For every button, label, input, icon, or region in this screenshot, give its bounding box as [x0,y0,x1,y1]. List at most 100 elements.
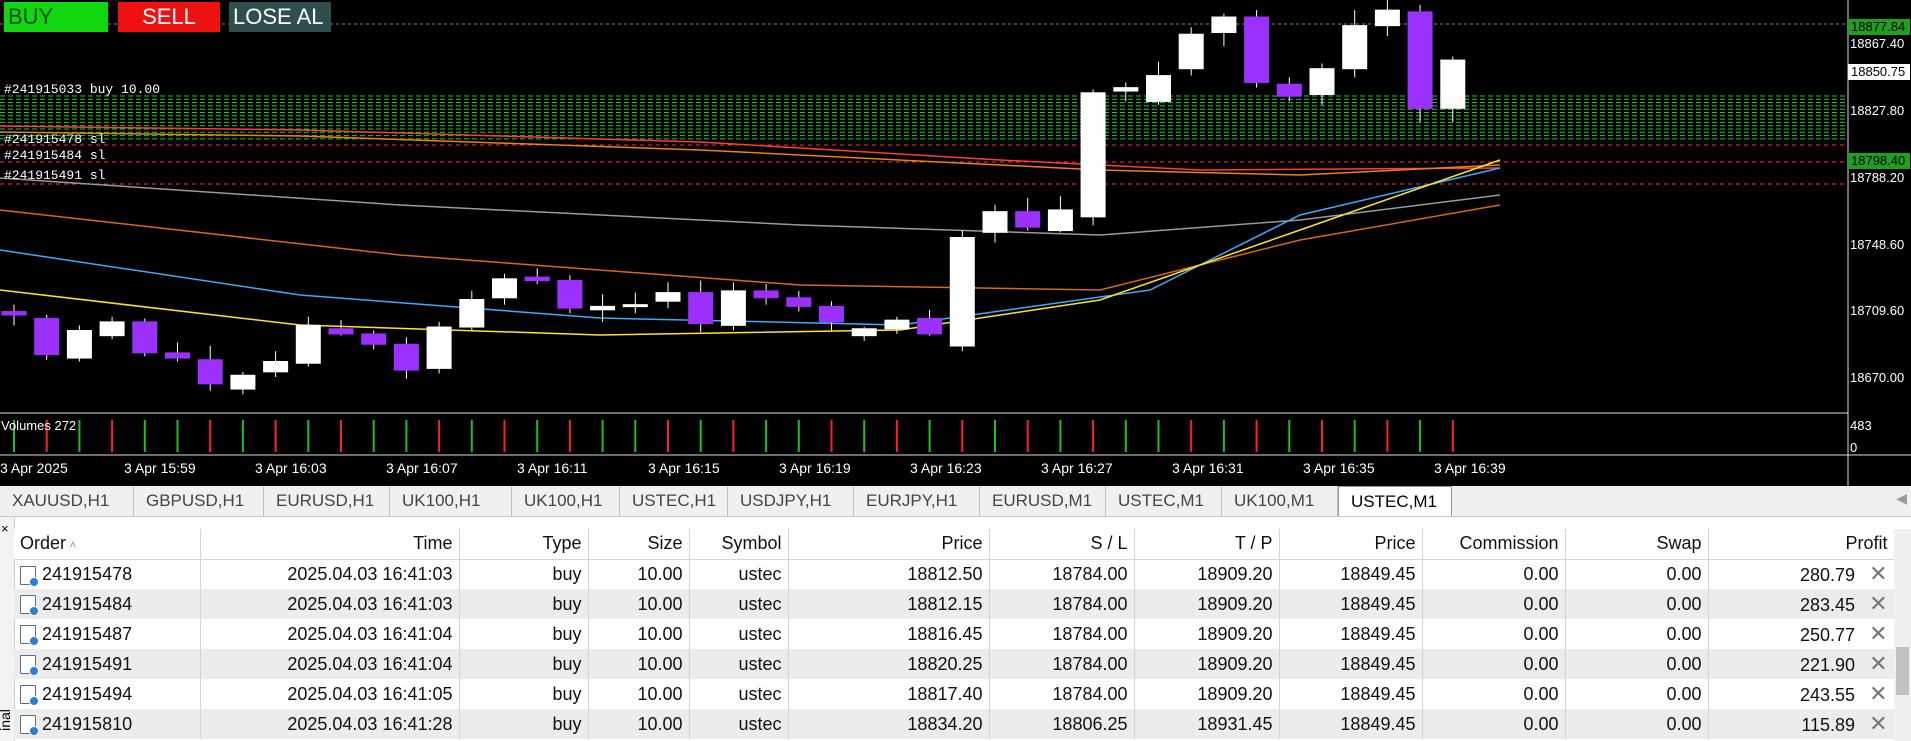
cell-order: 241915478 [14,559,201,589]
chart-tab-active[interactable]: USTEC,M1 [1338,486,1452,516]
buy-button[interactable]: BUY [4,2,108,32]
cell-time: 2025.04.03 16:41:28 [200,709,460,739]
candle-body [851,328,877,337]
chart-tab[interactable]: USDJPY,H1 [728,486,854,516]
chart-tab[interactable]: XAUUSD,H1 [0,486,134,516]
candle-body [1309,68,1335,96]
column-header[interactable]: Commission [1422,529,1566,560]
candle-body [1,311,27,316]
order-document-icon [20,565,39,587]
cell-tp: 18909.20 [1134,649,1280,679]
candle-body [1440,59,1466,109]
moving-average-line [0,177,1501,236]
candle-body [524,276,550,282]
cell-time: 2025.04.03 16:41:04 [200,619,460,649]
column-header[interactable]: Symbol [689,529,789,560]
chart-tab[interactable]: UK100,H1 [390,486,512,516]
candle-body [557,280,583,309]
profit-value: 115.89 [1801,715,1856,735]
close-position-icon[interactable]: ✕ [1855,621,1887,646]
column-header[interactable]: Price [788,529,990,560]
column-header[interactable]: Type [459,529,589,560]
cell-profit: 250.77 ✕ [1708,619,1895,649]
candle-body [1015,211,1041,228]
cell-price: 18820.25 [788,649,990,679]
table-row[interactable]: 241915491 2025.04.03 16:41:04 buy 10.00 uste… [14,649,1895,679]
table-row[interactable]: 241915487 2025.04.03 16:41:04 buy 10.00 uste… [14,619,1895,649]
scrollbar-thumb[interactable] [1896,647,1909,695]
vertical-scrollbar[interactable] [1894,529,1911,741]
cell-tp: 18909.20 [1134,589,1280,619]
chart-tab[interactable]: UK100,H1 [512,486,620,516]
chart-tab[interactable]: EURUSD,H1 [264,486,390,516]
position-label: #241915033 buy 10.00 [4,82,161,97]
price-chart[interactable]: BUY SELL LOSE AL #241915033 buy 10.00 #2… [0,0,1911,486]
candle-body [393,343,419,371]
terminal-side-panel: × inal [0,517,15,741]
close-position-icon[interactable]: ✕ [1855,711,1887,736]
close-icon[interactable]: × [1,521,9,536]
close-position-icon[interactable]: ✕ [1855,681,1887,706]
candle-body [165,352,190,359]
cell-sl: 18784.00 [989,679,1135,709]
chart-tab[interactable]: USTEC,M1 [1106,486,1222,516]
chart-tab[interactable]: EURUSD,M1 [980,486,1106,516]
candle-body [590,305,616,311]
chart-tab[interactable]: EURJPY,H1 [854,486,980,516]
table-row[interactable]: 241915484 2025.04.03 16:41:03 buy 10.00 uste… [14,589,1895,619]
cell-commission: 0.00 [1422,709,1566,739]
column-header[interactable]: Profit [1708,529,1895,560]
close-position-icon[interactable]: ✕ [1855,591,1887,616]
table-row[interactable]: 241915478 2025.04.03 16:41:03 buy 10.00 uste… [14,559,1895,589]
cell-cur: 18849.45 [1279,679,1423,709]
candle-body [492,278,517,299]
volume-max-label: 483 [1850,418,1872,433]
cell-sl: 18806.25 [989,709,1135,739]
column-header[interactable]: T / P [1134,529,1280,560]
candle-body [132,321,158,354]
candlestick-chart[interactable] [0,0,1911,486]
candle-body [753,290,779,299]
price-axis-label: 18867.40 [1850,36,1905,51]
cell-commission: 0.00 [1422,559,1566,589]
cell-sl: 18784.00 [989,649,1135,679]
candle-body [1113,87,1139,92]
cell-time: 2025.04.03 16:41:05 [200,679,460,709]
candle-body [361,333,387,345]
cell-commission: 0.00 [1422,589,1566,619]
candle-body [1244,16,1270,83]
cell-order: 241915484 [14,589,201,619]
table-row[interactable]: 241915810 2025.04.03 16:41:28 buy 10.00 uste… [14,709,1895,739]
close-position-icon[interactable]: ✕ [1855,651,1887,676]
candle-body [1047,209,1073,232]
order-document-icon [20,655,39,677]
close-position-icon[interactable]: ✕ [1855,561,1887,586]
moving-average-line [0,204,1501,291]
column-header[interactable]: Swap [1565,529,1709,560]
moving-average-line [0,159,1501,336]
candle-body [1211,16,1237,34]
cell-profit: 280.79 ✕ [1708,559,1895,589]
close-all-button[interactable]: LOSE AL [229,2,331,32]
chart-tab[interactable]: USTEC,H1 [620,486,728,516]
candle-body [459,298,485,328]
column-header[interactable]: Price [1279,529,1423,560]
cell-swap: 0.00 [1565,709,1709,739]
price-axis-label: 18788.20 [1850,170,1905,185]
candle-body [263,360,289,373]
column-header[interactable]: Time [200,529,460,560]
column-header[interactable]: Order ˄ [14,529,201,560]
cell-symbol: ustec [689,589,789,619]
candle-body [328,328,354,335]
column-header[interactable]: S / L [989,529,1135,560]
column-header[interactable]: Size [588,529,690,560]
chart-tab[interactable]: UK100,M1 [1222,486,1338,516]
tab-scroll-left-icon[interactable]: ◀ [1896,490,1907,507]
price-axis-label: 18748.60 [1850,237,1905,252]
chart-tab[interactable]: GBPUSD,H1 [134,486,264,516]
time-axis-label: 3 Apr 16:19 [779,460,851,476]
sell-button[interactable]: SELL [118,2,220,32]
cell-symbol: ustec [689,679,789,709]
table-row[interactable]: 241915494 2025.04.03 16:41:05 buy 10.00 uste… [14,679,1895,709]
candle-body [1276,83,1302,97]
